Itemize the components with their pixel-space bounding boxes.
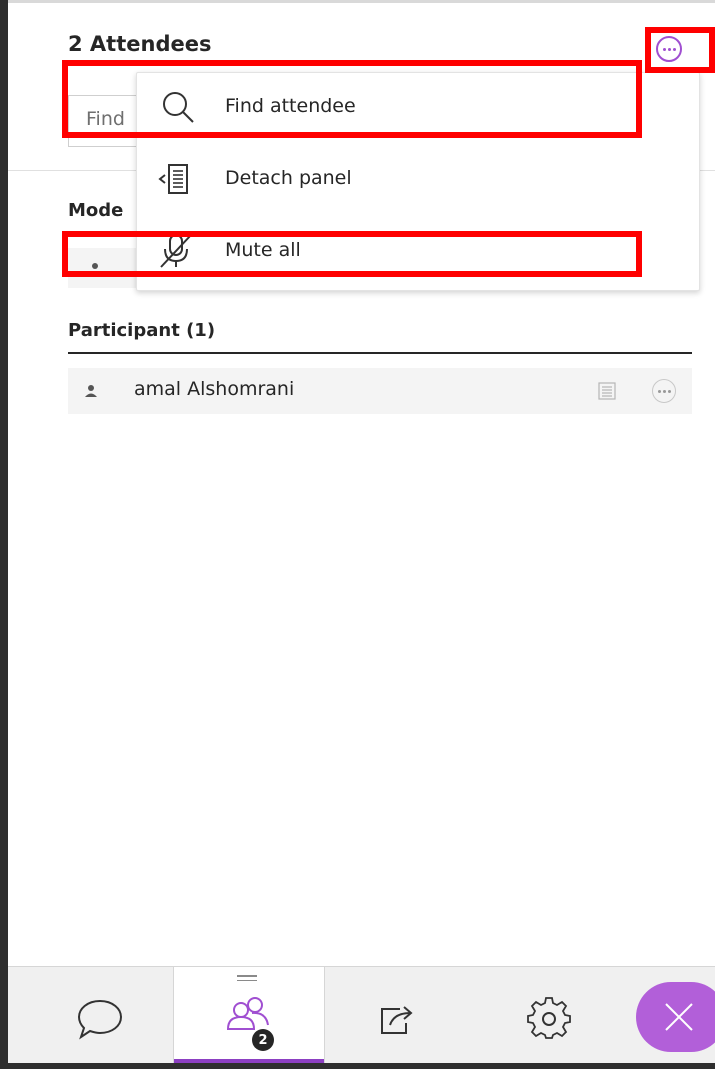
attendees-count-badge: 2: [252, 1029, 274, 1051]
user-icon: [89, 263, 101, 275]
tab-attendees[interactable]: 2: [173, 967, 325, 1064]
menu-item-label: Detach panel: [225, 167, 352, 189]
search-icon: [163, 92, 194, 123]
options-menu: Find attendee Detach panel Mute all: [136, 72, 700, 291]
moderator-section-header: Mode: [68, 200, 124, 221]
close-icon: [665, 1003, 693, 1031]
mic-off-icon: [160, 234, 192, 268]
tab-share[interactable]: [324, 967, 474, 1064]
menu-item-find-attendee[interactable]: Find attendee: [137, 77, 699, 137]
chat-bubble-icon: [77, 999, 123, 1040]
share-icon: [381, 1006, 413, 1034]
participant-section-header: Participant (1): [68, 320, 216, 341]
detach-panel-icon: [158, 164, 188, 194]
gear-icon: [527, 997, 571, 1039]
participant-name: amal Alshomrani: [134, 378, 295, 400]
tab-settings[interactable]: [474, 967, 624, 1064]
drag-handle-icon[interactable]: [237, 975, 257, 983]
tab-chat[interactable]: [25, 967, 175, 1064]
more-options-icon: [657, 389, 671, 393]
menu-item-detach-panel[interactable]: Detach panel: [137, 149, 699, 209]
menu-item-label: Mute all: [225, 239, 301, 261]
window-top-border: [8, 0, 715, 3]
participant-more-button[interactable]: [652, 379, 676, 403]
search-placeholder: Find: [86, 108, 125, 130]
more-options-icon: [662, 47, 676, 51]
bottom-tab-bar: 2: [8, 966, 715, 1064]
menu-item-mute-all[interactable]: Mute all: [137, 221, 699, 281]
notes-icon[interactable]: [598, 382, 616, 400]
menu-item-label: Find attendee: [225, 95, 356, 117]
window-left-border: [0, 0, 8, 1069]
participant-section-divider: [68, 352, 692, 354]
more-options-button[interactable]: [656, 36, 682, 62]
window-bottom-border: [8, 1063, 715, 1069]
user-icon: [85, 385, 97, 397]
participant-row[interactable]: amal Alshomrani: [68, 368, 692, 414]
close-button[interactable]: [636, 982, 715, 1052]
attendees-title: 2 Attendees: [68, 32, 212, 56]
